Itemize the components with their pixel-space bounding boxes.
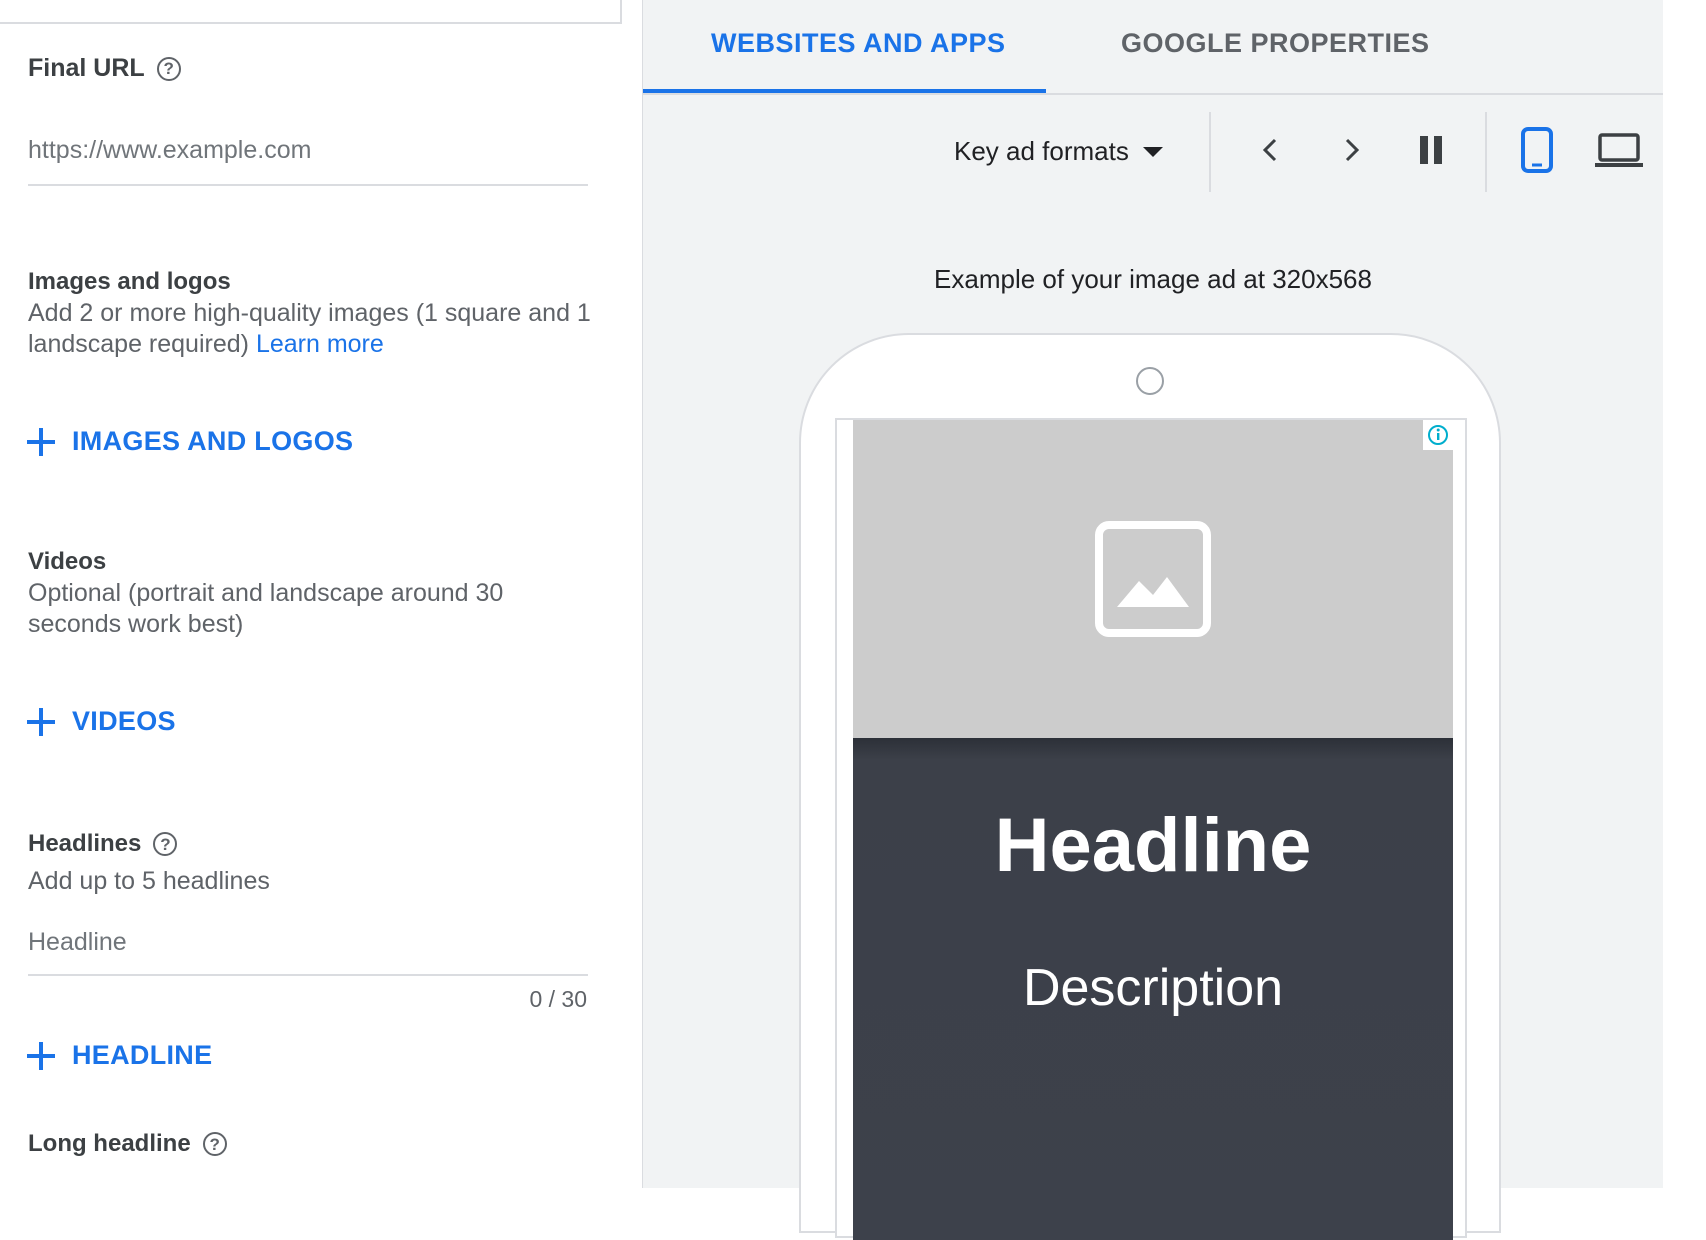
- previous-card-edge: [0, 0, 622, 24]
- images-title-text: Images and logos: [28, 268, 231, 295]
- next-button[interactable]: [1326, 125, 1376, 175]
- chevron-right-icon: [1345, 138, 1360, 162]
- add-images-button[interactable]: IMAGES AND LOGOS: [26, 426, 353, 457]
- final-url-field[interactable]: [28, 136, 588, 186]
- chevron-left-icon: [1262, 138, 1277, 162]
- ad-description: Description: [1022, 959, 1284, 1017]
- preview-caption: Example of your image ad at 320x568: [934, 264, 1372, 294]
- final-url-input[interactable]: [28, 136, 588, 165]
- add-videos-label: VIDEOS: [72, 706, 176, 736]
- videos-section-title: Videos: [28, 548, 106, 576]
- toolbar-divider: [1209, 112, 1211, 192]
- headline-input[interactable]: [28, 928, 588, 957]
- tab-google-properties[interactable]: GOOGLE PROPERTIES: [1121, 28, 1430, 59]
- ad-format-select-value: Key ad formats: [954, 136, 1129, 166]
- active-tab-indicator: [643, 89, 1046, 93]
- ad-preview-panel: WEBSITES AND APPS GOOGLE PROPERTIES Key …: [643, 0, 1663, 1240]
- phone-camera: [1136, 367, 1164, 395]
- help-icon[interactable]: ?: [156, 56, 181, 81]
- add-images-label: IMAGES AND LOGOS: [72, 426, 354, 456]
- mobile-view-button[interactable]: [1512, 125, 1562, 175]
- videos-helper: Optional (portrait and landscape around …: [28, 579, 504, 638]
- images-helper: Add 2 or more high-quality images (1 squ…: [28, 298, 628, 360]
- headline-field[interactable]: [28, 928, 588, 976]
- ad-text-area: Headline Description: [853, 738, 1453, 1240]
- videos-title-text: Videos: [28, 548, 107, 575]
- page-margin: [1663, 0, 1706, 1188]
- desktop-view-button[interactable]: [1591, 125, 1647, 175]
- ad-headline: Headline: [994, 803, 1312, 888]
- previous-button[interactable]: [1246, 125, 1296, 175]
- plus-icon: [26, 427, 56, 457]
- dropdown-arrow-icon: [1142, 146, 1163, 157]
- headlines-title-text: Headlines: [28, 830, 142, 857]
- plus-icon: [26, 707, 56, 737]
- pause-icon: [1420, 136, 1442, 164]
- headlines-section-title: Headlines ?: [28, 830, 178, 858]
- long-headline-title-text: Long headline: [28, 1130, 191, 1157]
- preview-tabs: WEBSITES AND APPS GOOGLE PROPERTIES: [643, 0, 1663, 95]
- image-placeholder-icon: [1095, 521, 1211, 637]
- add-headline-button[interactable]: HEADLINE: [26, 1040, 212, 1071]
- images-section-title: Images and logos: [28, 268, 231, 296]
- ad-info-button[interactable]: [1423, 420, 1453, 450]
- phone-mockup: Headline Description: [799, 333, 1501, 1240]
- ad-format-select[interactable]: Key ad formats: [954, 136, 1163, 167]
- help-icon[interactable]: ?: [202, 1132, 227, 1156]
- add-videos-button[interactable]: VIDEOS: [26, 706, 176, 737]
- info-icon: [1428, 425, 1448, 445]
- ad-form-panel: Final URL ? Images and logos Add 2 or mo…: [0, 0, 643, 1188]
- headline-char-counter: 0 / 30: [529, 986, 587, 1012]
- pause-button[interactable]: [1406, 125, 1456, 175]
- learn-more-link[interactable]: Learn more: [256, 330, 384, 358]
- mobile-icon: [1521, 127, 1553, 173]
- laptop-icon: [1595, 133, 1643, 167]
- add-headline-label: HEADLINE: [72, 1040, 213, 1070]
- ad-image-placeholder: [853, 420, 1453, 738]
- headlines-helper: Add up to 5 headlines: [28, 867, 270, 895]
- phone-screen: Headline Description: [835, 418, 1467, 1240]
- final-url-label: Final URL ?: [28, 54, 181, 83]
- final-url-label-text: Final URL: [28, 54, 145, 82]
- long-headline-section-title: Long headline ?: [28, 1130, 227, 1158]
- plus-icon: [26, 1041, 56, 1071]
- toolbar-divider: [1485, 112, 1487, 192]
- tab-websites-and-apps[interactable]: WEBSITES AND APPS: [711, 28, 1006, 59]
- help-icon[interactable]: ?: [153, 832, 178, 856]
